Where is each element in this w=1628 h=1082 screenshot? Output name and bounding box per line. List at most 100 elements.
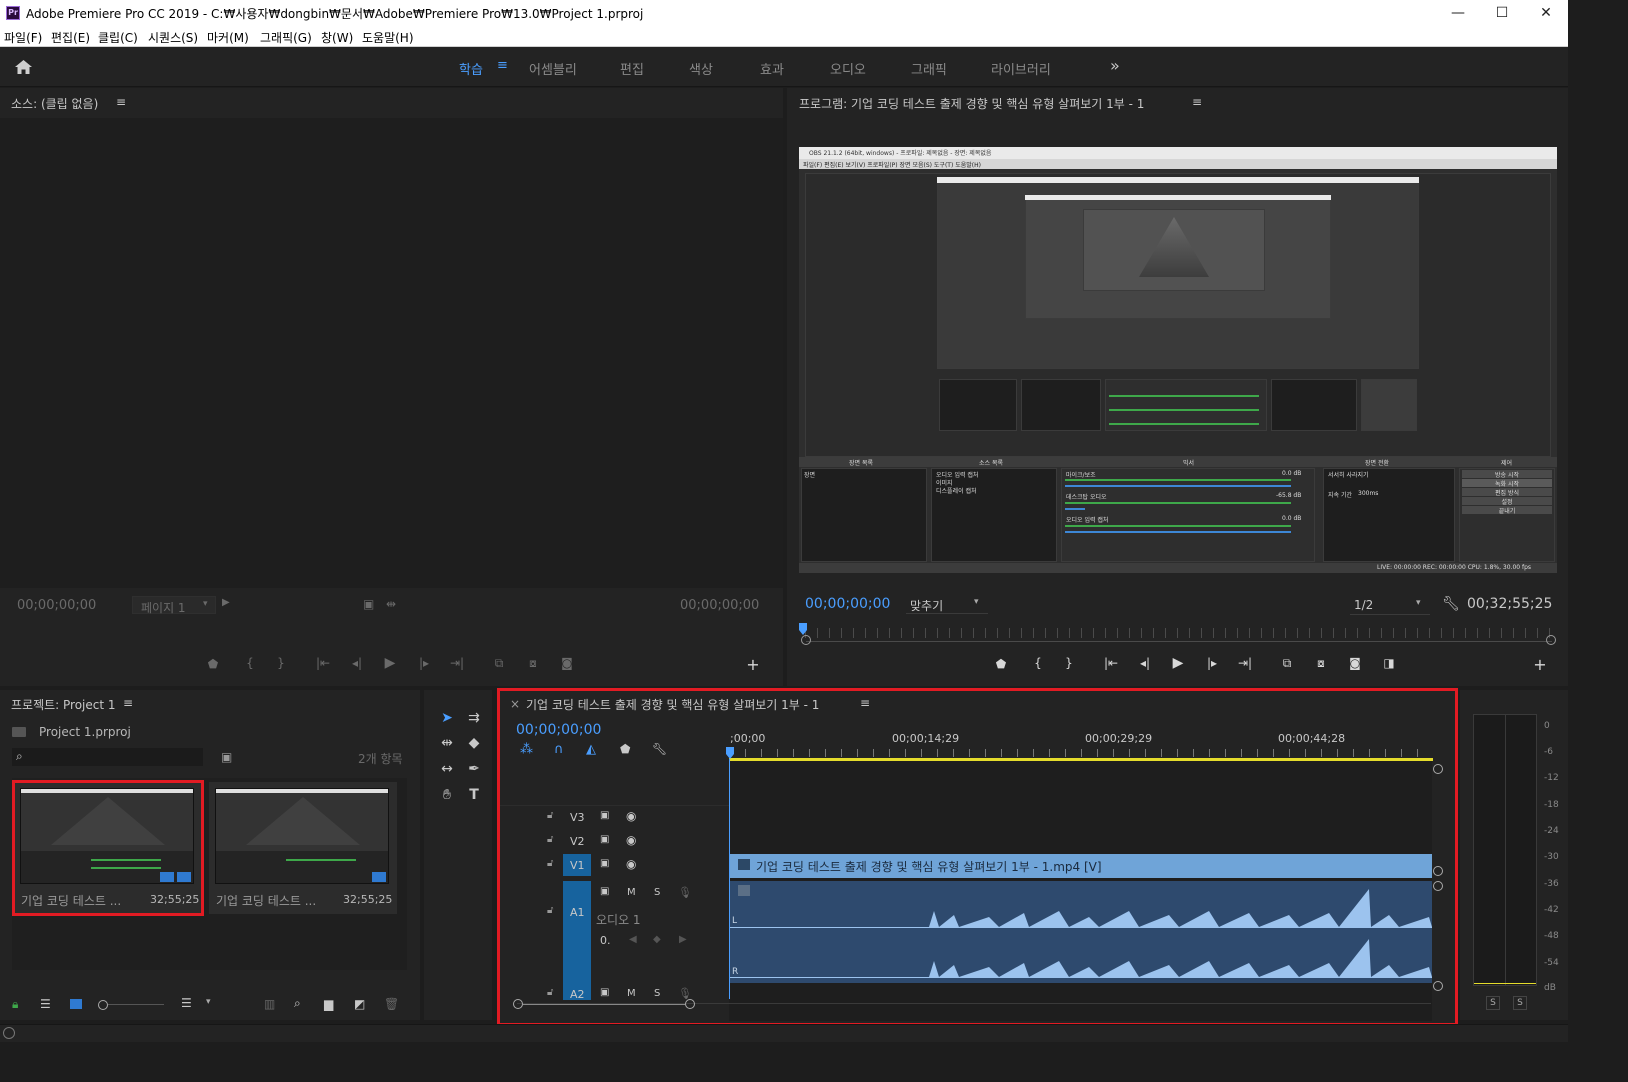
menu-graphics[interactable]: 그래픽(G) xyxy=(260,29,312,46)
icon-view-icon[interactable] xyxy=(70,999,82,1009)
pen-tool-icon[interactable]: ✒ xyxy=(463,758,485,780)
project-item[interactable]: 기업 코딩 테스트 ... 32;55;25 xyxy=(209,782,397,914)
program-fit-select[interactable]: 맞추기 ▾ xyxy=(906,596,988,614)
track-v3-label[interactable]: V3 xyxy=(570,811,585,824)
lock-icon[interactable]: 🔓︎ xyxy=(547,810,553,821)
nest-toggle-icon[interactable]: ⁂ xyxy=(520,742,533,757)
slip-tool-icon[interactable]: ↔ xyxy=(436,758,458,780)
program-zoom-bar[interactable] xyxy=(806,641,1552,642)
trash-icon[interactable]: 🗑︎ xyxy=(384,997,399,1011)
program-panel-menu-icon[interactable]: ≡ xyxy=(1192,95,1202,109)
mute-track-button[interactable]: M xyxy=(627,887,636,898)
video-clip[interactable]: 기업 코딩 테스트 출제 경향 및 핵심 유형 살펴보기 1부 - 1.mp4 … xyxy=(729,854,1432,878)
track-a1-source-patch[interactable] xyxy=(563,881,591,993)
zoom-slider-track[interactable] xyxy=(108,1004,164,1005)
horizontal-zoom-handle-left[interactable] xyxy=(513,999,523,1009)
play-icon[interactable]: ▶ xyxy=(1169,655,1187,671)
prev-keyframe-icon[interactable]: ◀ xyxy=(629,934,637,945)
timeline-timecode[interactable]: 00;00;00;00 xyxy=(516,722,601,738)
horizontal-zoom-handle-right[interactable] xyxy=(685,999,695,1009)
program-playhead[interactable] xyxy=(798,622,808,636)
new-bin-icon[interactable]: ▆ xyxy=(324,997,333,1011)
vertical-zoom-handle[interactable] xyxy=(1433,881,1443,891)
menu-help[interactable]: 도움말(H) xyxy=(362,29,414,46)
type-tool-icon[interactable]: T xyxy=(463,784,485,806)
extract-icon[interactable]: ⧇ xyxy=(1312,656,1330,671)
sort-icon[interactable]: ☰ xyxy=(181,996,192,1010)
workspace-tab-libraries[interactable]: 라이브러리 xyxy=(991,59,1051,78)
timeline-close-button[interactable]: × xyxy=(510,697,520,711)
snap-magnet-icon[interactable]: ∩ xyxy=(554,742,564,757)
sync-lock-icon[interactable]: ▣ xyxy=(600,834,609,845)
button-editor-plus-icon[interactable]: + xyxy=(1531,655,1549,674)
vertical-zoom-handle[interactable] xyxy=(1433,981,1443,991)
add-marker-icon[interactable]: ⬟ xyxy=(620,742,630,756)
lock-icon[interactable]: 🔒︎ xyxy=(12,997,18,1012)
zoom-handle-left[interactable] xyxy=(801,635,811,645)
timeline-menu-icon[interactable]: ≡ xyxy=(860,696,870,710)
timeline-title[interactable]: 기업 코딩 테스트 출제 경향 및 핵심 유형 살펴보기 1부 - 1 xyxy=(526,696,819,713)
sync-lock-icon[interactable]: ▣ xyxy=(600,886,609,897)
step-forward-icon[interactable]: |▸ xyxy=(1203,656,1221,670)
source-panel-menu-icon[interactable]: ≡ xyxy=(116,95,126,109)
menu-clip[interactable]: 클립(C) xyxy=(98,29,138,46)
go-to-in-icon[interactable]: |⇤ xyxy=(314,656,332,670)
source-timecode-left[interactable]: 00;00;00;00 xyxy=(17,598,96,613)
eye-icon[interactable]: ◉ xyxy=(626,857,636,871)
track-volume-value[interactable]: 0. xyxy=(600,934,611,947)
home-icon[interactable] xyxy=(14,59,33,75)
sync-lock-icon[interactable]: ▣ xyxy=(600,810,609,821)
mark-out-icon[interactable]: } xyxy=(272,656,290,670)
mark-in-icon[interactable]: { xyxy=(1029,656,1047,670)
project-panel-title[interactable]: 프로젝트: Project 1 xyxy=(11,696,116,713)
workspace-overflow-button[interactable]: » xyxy=(1110,56,1120,75)
track-a1-label[interactable]: A1 xyxy=(570,906,585,919)
step-back-icon[interactable]: ◂| xyxy=(348,656,366,670)
button-editor-plus-icon[interactable]: + xyxy=(744,655,762,674)
selection-tool-icon[interactable]: ➤ xyxy=(436,707,458,729)
workspace-tab-audio[interactable]: 오디오 xyxy=(830,59,866,78)
next-keyframe-icon[interactable]: ▶ xyxy=(679,934,687,945)
timeline-ruler-ticks[interactable] xyxy=(729,749,1432,757)
play-small-icon[interactable]: ▶ xyxy=(222,597,230,608)
lift-icon[interactable]: ⧉ xyxy=(1278,656,1296,671)
insert-marker-icon[interactable]: ⇹ xyxy=(386,597,396,611)
track-v2-label[interactable]: V2 xyxy=(570,835,585,848)
hand-tool-icon[interactable]: ✋︎ xyxy=(436,784,458,806)
timeline-playhead-handle[interactable] xyxy=(725,746,735,760)
solo-right-button[interactable]: S xyxy=(1513,996,1527,1010)
sync-lock-icon[interactable]: ▣ xyxy=(600,858,609,869)
program-timecode[interactable]: 00;00;00;00 xyxy=(805,596,890,612)
go-to-out-icon[interactable]: ⇥| xyxy=(1236,656,1254,670)
go-to-in-icon[interactable]: |⇤ xyxy=(1102,656,1120,670)
new-bin-from-search-icon[interactable]: ▣ xyxy=(221,750,232,764)
track-v1-label[interactable]: V1 xyxy=(570,859,585,872)
add-keyframe-icon[interactable]: ◆ xyxy=(653,934,661,945)
source-page-select[interactable]: 페이지 1 ▾ xyxy=(132,596,216,615)
workspace-tab-graphics[interactable]: 그래픽 xyxy=(911,59,947,78)
overwrite-icon[interactable]: ⧇ xyxy=(524,656,542,671)
audio-clip[interactable]: L R xyxy=(729,881,1432,983)
settings-small-icon[interactable]: ▣ xyxy=(363,597,374,611)
source-timecode-right[interactable]: 00;00;00;00 xyxy=(680,598,759,613)
add-marker-icon[interactable]: ⬟ xyxy=(204,657,222,671)
ripple-edit-tool-icon[interactable]: ⇹ xyxy=(436,732,458,754)
insert-icon[interactable]: ⧉ xyxy=(490,656,508,671)
project-panel-menu-icon[interactable]: ≡ xyxy=(123,696,133,710)
timeline-playhead-line[interactable] xyxy=(729,759,730,999)
play-icon[interactable]: ▶ xyxy=(381,655,399,671)
eye-icon[interactable]: ◉ xyxy=(626,809,636,823)
step-back-icon[interactable]: ◂| xyxy=(1136,656,1154,670)
comparison-view-icon[interactable]: ◨ xyxy=(1380,656,1398,670)
mark-out-icon[interactable]: } xyxy=(1060,656,1078,670)
go-to-out-icon[interactable]: ⇥| xyxy=(448,656,466,670)
lock-icon[interactable]: 🔓︎ xyxy=(547,834,553,845)
minimize-button[interactable]: — xyxy=(1436,0,1480,26)
menu-window[interactable]: 창(W) xyxy=(321,29,353,46)
menu-marker[interactable]: 마커(M) xyxy=(207,29,249,46)
track-select-tool-icon[interactable]: ⇉ xyxy=(463,707,485,729)
lock-icon[interactable]: 🔓︎ xyxy=(547,987,553,998)
maximize-button[interactable]: ☐ xyxy=(1480,0,1524,26)
zoom-handle-right[interactable] xyxy=(1546,635,1556,645)
mute-track-button[interactable]: M xyxy=(627,988,636,999)
